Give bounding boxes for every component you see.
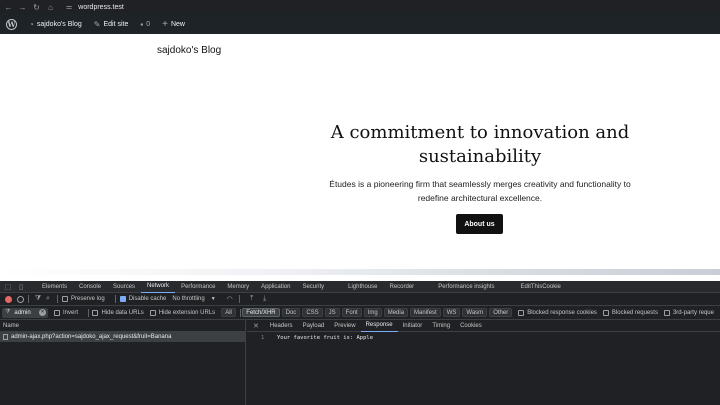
chevron-down-icon: ▼ — [210, 296, 216, 302]
type-font[interactable]: Font — [341, 308, 362, 317]
throttling-select[interactable]: No throttling ▼ — [172, 296, 215, 302]
new-content-menu[interactable]: + New — [156, 14, 191, 34]
blocked-requests-checkbox[interactable]: Blocked requests — [602, 309, 658, 316]
reload-icon[interactable]: ↻ — [31, 3, 42, 12]
back-arrow-icon[interactable]: ← — [3, 3, 14, 12]
type-fetch-xhr[interactable]: Fetch/XHR — [242, 308, 280, 317]
wordpress-logo-icon: W — [6, 18, 17, 30]
tab-response[interactable]: Response — [360, 320, 398, 332]
request-name: admin-ajax.php?action=sajdoko_ajax_reque… — [11, 334, 172, 340]
address-bar[interactable]: wordpress.test — [78, 4, 124, 11]
tab-lighthouse[interactable]: Lighthouse — [342, 281, 383, 293]
type-other[interactable]: Other — [489, 308, 513, 317]
site-title[interactable]: sajdoko's Blog — [157, 45, 221, 56]
tab-console[interactable]: Console — [73, 281, 107, 293]
tab-performance-insights[interactable]: Performance insights — [432, 281, 500, 293]
tab-application[interactable]: Application — [255, 281, 296, 293]
tab-network[interactable]: Network — [141, 281, 176, 293]
hero-heading: A commitment to innovation and sustainab… — [330, 122, 630, 167]
tab-elements[interactable]: Elements — [36, 281, 73, 293]
tab-payload[interactable]: Payload — [298, 320, 330, 332]
tab-memory[interactable]: Memory — [221, 281, 255, 293]
type-img[interactable]: Img — [363, 308, 382, 317]
response-body[interactable]: 1 Your favorite fruit is: Apple — [247, 332, 720, 341]
device-toolbar-icon[interactable]: ▯ — [16, 283, 26, 291]
record-icon[interactable] — [5, 295, 12, 303]
comment-icon: ▪ — [140, 19, 144, 29]
about-us-button[interactable]: About us — [456, 214, 503, 234]
hide-data-urls-checkbox[interactable]: Hide data URLs — [92, 309, 144, 316]
site-page: sajdoko's Blog A commitment to innovatio… — [0, 34, 720, 275]
preserve-log-checkbox[interactable]: Preserve log — [62, 296, 105, 302]
hide-extension-urls-checkbox[interactable]: Hide extension URLs — [149, 309, 215, 316]
type-js[interactable]: JS — [324, 308, 340, 317]
type-wasm[interactable]: Wasm — [462, 308, 488, 317]
type-all[interactable]: All — [221, 308, 236, 317]
comments-link[interactable]: ▪ 0 — [134, 14, 156, 34]
blocked-response-cookies-checkbox[interactable]: Blocked response cookies — [518, 309, 597, 316]
tab-preview[interactable]: Preview — [329, 320, 360, 332]
close-icon[interactable]: ✕ — [247, 322, 265, 330]
site-settings-icon[interactable]: ⚌ — [66, 3, 72, 11]
request-details: ✕ Headers Payload Preview Response Initi… — [247, 320, 720, 405]
new-label: New — [170, 20, 185, 28]
disable-cache-checkbox[interactable]: Disable cache — [119, 296, 166, 302]
type-manifest[interactable]: Manifest — [410, 308, 441, 317]
edit-site-label: Edit site — [103, 20, 129, 28]
site-name-menu[interactable]: ◔ sajdoko's Blog — [23, 14, 88, 34]
name-column-header[interactable]: Name — [0, 320, 245, 332]
inspect-element-icon[interactable]: ⬚ — [3, 283, 13, 291]
type-css[interactable]: CSS — [302, 308, 323, 317]
filter-input[interactable]: ⧩ admin ✕ — [2, 307, 48, 318]
site-name-label: sajdoko's Blog — [36, 20, 82, 28]
wp-admin-bar: W ◔ sajdoko's Blog ✎ Edit site ▪ 0 + New — [0, 14, 720, 34]
browser-toolbar: ← → ↻ ⌂ ⚌ wordpress.test — [0, 0, 720, 14]
tab-sources[interactable]: Sources — [107, 281, 141, 293]
type-media[interactable]: Media — [383, 308, 409, 317]
clear-icon[interactable] — [17, 295, 24, 303]
hero-description: Études is a pioneering firm that seamles… — [329, 179, 631, 203]
import-har-icon[interactable]: ⤒ — [247, 295, 257, 303]
tab-headers[interactable]: Headers — [265, 320, 298, 332]
comments-count: 0 — [146, 20, 151, 28]
hero-image-edge — [0, 269, 720, 275]
tab-timing[interactable]: Timing — [427, 320, 455, 332]
home-icon[interactable]: ⌂ — [45, 3, 56, 12]
tab-editthiscookie[interactable]: EditThisCookie — [515, 281, 567, 293]
request-row[interactable]: admin-ajax.php?action=sajdoko_ajax_reque… — [0, 332, 245, 342]
network-filter-bar: ⧩ admin ✕ Invert Hide data URLs Hide ext… — [0, 306, 720, 320]
forward-arrow-icon[interactable]: → — [17, 3, 28, 12]
edit-site-link[interactable]: ✎ Edit site — [88, 14, 135, 34]
search-icon[interactable]: ⌕ — [43, 295, 53, 303]
export-har-icon[interactable]: ⤓ — [260, 295, 270, 303]
request-list: Name admin-ajax.php?action=sajdoko_ajax_… — [0, 320, 246, 405]
tab-cookies[interactable]: Cookies — [455, 320, 487, 332]
filter-icon[interactable]: ⧩ — [33, 295, 43, 303]
tab-security[interactable]: Security — [296, 281, 330, 293]
plus-icon: + — [162, 18, 168, 30]
wifi-icon[interactable]: ◠ — [225, 295, 235, 303]
xhr-document-icon — [3, 334, 8, 340]
third-party-requests-checkbox[interactable]: 3rd-party reque — [663, 309, 714, 316]
clear-filter-icon[interactable]: ✕ — [39, 309, 46, 316]
devtools-tab-bar: ⬚ ▯ Elements Console Sources Network Per… — [0, 281, 720, 293]
line-number: 1 — [261, 335, 265, 341]
filter-value: admin — [14, 309, 31, 316]
filter-icon: ⧩ — [5, 309, 11, 315]
network-toolbar: ⧩ ⌕ Preserve log Disable cache No thrott… — [0, 293, 720, 306]
response-text: Your favorite fruit is: Apple — [277, 335, 374, 341]
brush-icon: ✎ — [93, 19, 101, 29]
tab-performance[interactable]: Performance — [175, 281, 221, 293]
devtools-panel: ⬚ ▯ Elements Console Sources Network Per… — [0, 281, 720, 405]
type-doc[interactable]: Doc — [281, 308, 301, 317]
invert-checkbox[interactable]: Invert — [54, 309, 78, 316]
dashboard-icon: ◔ — [29, 19, 34, 29]
wp-logo-menu[interactable]: W — [0, 14, 23, 34]
details-tab-bar: ✕ Headers Payload Preview Response Initi… — [247, 320, 720, 332]
tab-initiator[interactable]: Initiator — [398, 320, 428, 332]
type-ws[interactable]: WS — [442, 308, 461, 317]
tab-recorder[interactable]: Recorder — [384, 281, 421, 293]
